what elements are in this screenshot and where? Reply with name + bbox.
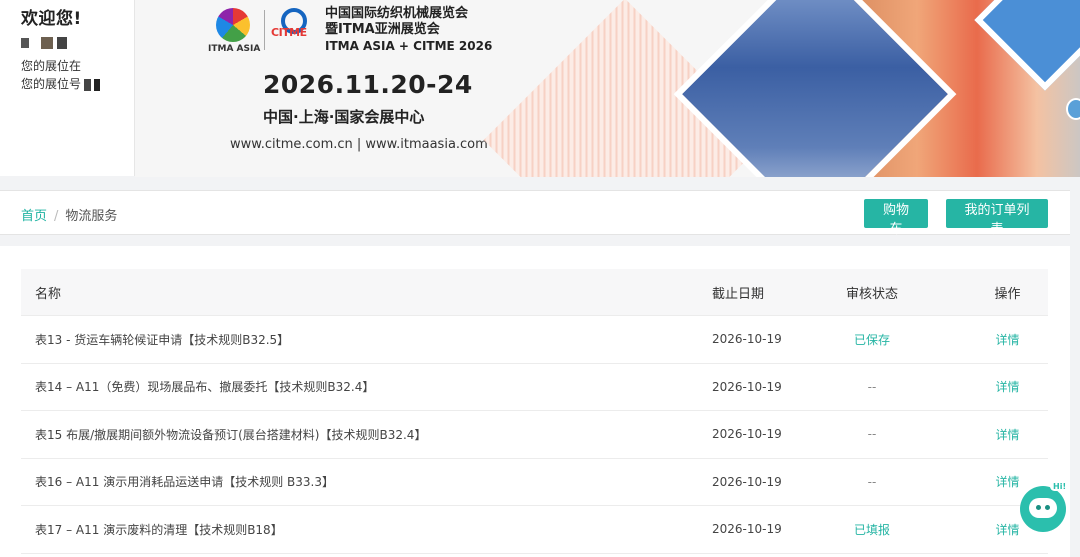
table-row: 表13 - 货运车辆轮候证申请【技术规则B32.5】 2026-10-19 已保… [21,316,1048,364]
row-detail-link[interactable]: 详情 [995,333,1019,347]
row-name: 表13 - 货运车辆轮候证申请【技术规则B32.5】 [35,332,290,347]
assistant-hi-bubble: Hi! [1050,482,1070,491]
row-status: -- [867,427,877,442]
breadcrumb-separator: / [54,209,59,224]
welcome-title: 欢迎您! [21,9,82,29]
assistant-robot-icon[interactable]: Hi! [1020,482,1070,532]
masked-username [21,37,134,49]
header-name: 名称 [35,286,62,302]
floating-side-icon[interactable] [1066,98,1080,120]
table-row: 表16 – A11 演示用消耗品运送申请【技术规则 B33.3】 2026-10… [21,459,1048,506]
row-status: -- [867,474,877,489]
header-deadline: 截止日期 [712,286,765,302]
cart-button[interactable]: 购物车 [864,199,928,237]
event-logos: ITMA ASIA CITME 中国国际纺织机械展览会 暨ITMA亚洲展览会 I… [208,6,492,54]
breadcrumb-home-link[interactable]: 首页 [21,209,47,224]
event-title-block: 中国国际纺织机械展览会 暨ITMA亚洲展览会 ITMA ASIA + CITME… [325,6,492,54]
booth-location-label: 您的展位在 [21,59,82,73]
logistics-content: 名称 截止日期 审核状态 操作 表13 - 货运车辆轮候证申请【技术规则B32.… [0,246,1070,557]
itma-asia-logo: ITMA ASIA [208,8,260,54]
event-title-en: ITMA ASIA + CITME 2026 [325,39,493,53]
row-deadline: 2026-10-19 [712,427,782,442]
row-status: 已保存 [853,332,890,347]
row-detail-link[interactable]: 详情 [995,475,1019,489]
row-name: 表17 – A11 演示废料的清理【技术规则B18】 [35,522,283,537]
breadcrumb: 首页 / 物流服务 [21,205,117,224]
row-deadline: 2026-10-19 [712,474,782,489]
header-status: 审核状态 [845,286,898,302]
row-status: 已填报 [853,522,890,537]
row-detail-link[interactable]: 详情 [995,523,1019,537]
booth-number-label: 您的展位号 [21,77,82,91]
breadcrumb-bar: 首页 / 物流服务 购物车 我的订单列表 [0,190,1070,237]
table-header: 名称 截止日期 审核状态 操作 [21,269,1048,316]
row-status: -- [867,379,877,394]
row-name: 表15 布展/撤展期间额外物流设备预订(展台搭建材料)【技术规则B32.4】 [35,427,427,442]
header-action: 操作 [994,286,1021,302]
my-orders-button[interactable]: 我的订单列表 [946,199,1048,237]
booth-number-line: 您的展位号 [21,75,134,93]
event-title-cn-2: 暨ITMA亚洲展览会 [325,22,440,37]
row-detail-link[interactable]: 详情 [995,380,1019,394]
table-row: 表15 布展/撤展期间额外物流设备预订(展台搭建材料)【技术规则B32.4】 2… [21,411,1048,459]
row-deadline: 2026-10-19 [712,522,782,537]
row-name: 表14 – A11（免费）现场展品布、撤展委托【技术规则B32.4】 [35,380,375,395]
banner-text-area: ITMA ASIA CITME 中国国际纺织机械展览会 暨ITMA亚洲展览会 I… [135,0,555,177]
breadcrumb-current: 物流服务 [65,209,118,224]
row-deadline: 2026-10-19 [712,332,782,347]
citme-logo: CITME [271,8,319,52]
table-row: 表17 – A11 演示废料的清理【技术规则B18】 2026-10-19 已填… [21,506,1048,554]
welcome-card: 欢迎您! 您的展位在 您的展位号 [0,0,135,176]
row-detail-link[interactable]: 详情 [995,428,1019,442]
table-row: 表14 – A11（免费）现场展品布、撤展委托【技术规则B32.4】 2026-… [21,364,1048,411]
event-venue: 中国·上海·国家会展中心 [263,108,425,126]
banner-photo-collage [483,0,1080,177]
event-banner: ITMA ASIA CITME 中国国际纺织机械展览会 暨ITMA亚洲展览会 I… [135,0,1080,177]
row-deadline: 2026-10-19 [712,379,782,394]
row-name: 表16 – A11 演示用消耗品运送申请【技术规则 B33.3】 [35,475,334,490]
logistics-forms-table: 名称 截止日期 审核状态 操作 表13 - 货运车辆轮候证申请【技术规则B32.… [21,269,1048,554]
masked-booth-number [84,78,92,91]
event-title-cn-1: 中国国际纺织机械展览会 [325,6,469,21]
event-date: 2026.11.20-24 [263,70,473,99]
event-urls: www.citme.com.cn | www.itmaasia.com [230,137,488,152]
